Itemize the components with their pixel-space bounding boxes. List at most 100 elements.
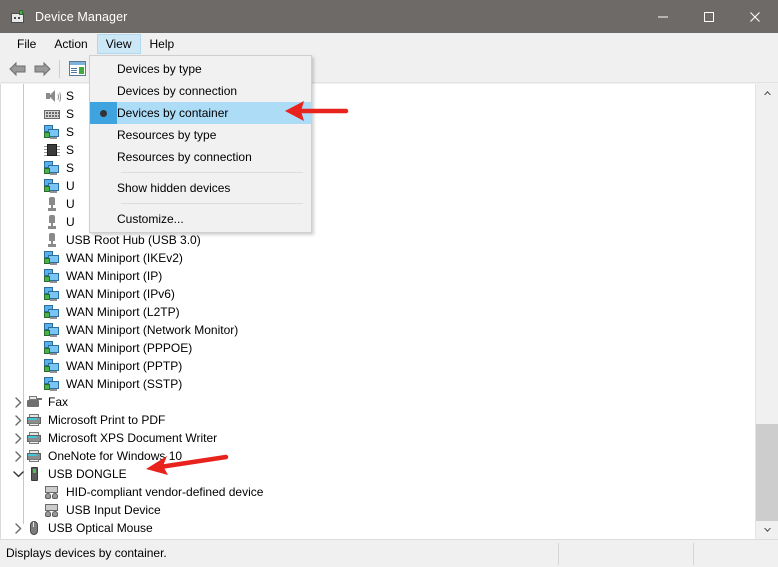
- tree-row[interactable]: USB DONGLE: [11, 465, 127, 483]
- maximize-button[interactable]: [686, 0, 732, 33]
- view-menu-item[interactable]: Devices by connection: [90, 80, 311, 102]
- tree-row[interactable]: Microsoft XPS Document Writer: [11, 429, 217, 447]
- tree-row-icon: [25, 447, 43, 465]
- status-bar: Displays devices by container.: [0, 539, 778, 567]
- scroll-up-button[interactable]: [756, 84, 778, 102]
- tree-chevron-none: [29, 357, 43, 375]
- tree-row[interactable]: USB Root Hub (USB 3.0): [29, 231, 201, 249]
- view-menu-item[interactable]: Customize...: [90, 208, 311, 230]
- tree-row[interactable]: Fax: [11, 393, 68, 411]
- tree-row-icon: [25, 411, 43, 429]
- tree-row-label: Microsoft XPS Document Writer: [48, 431, 218, 445]
- tree-row[interactable]: USB Input Device: [29, 501, 161, 519]
- tree-row[interactable]: WAN Miniport (IKEv2): [29, 249, 183, 267]
- tree-row[interactable]: S: [29, 123, 74, 141]
- tree-row-icon: [25, 429, 43, 447]
- usb-port-icon: [44, 232, 60, 248]
- vertical-scrollbar[interactable]: [755, 84, 778, 539]
- view-menu-item[interactable]: Resources by connection: [90, 146, 311, 168]
- chevron-down-icon[interactable]: [11, 465, 25, 483]
- tree-row-icon: [43, 321, 61, 339]
- mouse-icon: [26, 520, 42, 536]
- menu-bar: File Action View Help: [0, 33, 778, 55]
- scroll-down-button[interactable]: [756, 521, 778, 539]
- view-menu-item-label: Show hidden devices: [117, 181, 231, 195]
- tree-chevron-none: [29, 231, 43, 249]
- menu-view[interactable]: View: [96, 34, 141, 54]
- tree-row-icon: [43, 87, 61, 105]
- chevron-right-icon[interactable]: [11, 519, 25, 537]
- tree-row-icon: [43, 177, 61, 195]
- view-menu-item[interactable]: Resources by type: [90, 124, 311, 146]
- tree-row-icon: [43, 303, 61, 321]
- tree-row[interactable]: S: [29, 141, 74, 159]
- chevron-right-icon[interactable]: [11, 429, 25, 447]
- scrollbar-track[interactable]: [756, 102, 778, 521]
- tree-row-label: WAN Miniport (Network Monitor): [66, 323, 239, 337]
- tree-row-label: WAN Miniport (PPPOE): [66, 341, 193, 355]
- status-divider-1: [558, 543, 559, 565]
- printer-icon: [26, 448, 42, 464]
- tree-row[interactable]: USB Optical Mouse: [11, 519, 153, 537]
- chevron-right-icon[interactable]: [11, 411, 25, 429]
- network-adapter-icon: [44, 376, 60, 392]
- tree-chevron-none: [29, 375, 43, 393]
- view-menu-item[interactable]: Devices by type: [90, 58, 311, 80]
- tree-row[interactable]: S: [29, 105, 74, 123]
- tree-row[interactable]: WAN Miniport (PPPOE): [29, 339, 192, 357]
- tree-row-icon: [43, 123, 61, 141]
- tree-chevron-none: [29, 141, 43, 159]
- network-adapter-icon: [44, 250, 60, 266]
- tree-row[interactable]: Microsoft Print to PDF: [11, 411, 165, 429]
- view-dropdown-menu[interactable]: Devices by type Devices by connection Devi…: [89, 55, 312, 233]
- tree-row[interactable]: WAN Miniport (IP): [29, 267, 162, 285]
- tree-row-label: WAN Miniport (IPv6): [66, 287, 175, 301]
- usb-port-icon: [44, 214, 60, 230]
- tree-row[interactable]: WAN Miniport (PPTP): [29, 357, 182, 375]
- tree-row-label: U: [66, 215, 75, 229]
- chevron-right-icon[interactable]: [11, 447, 25, 465]
- tree-row[interactable]: S: [29, 87, 74, 105]
- menu-help[interactable]: Help: [141, 34, 184, 54]
- tree-row-label: S: [66, 143, 75, 157]
- tree-chevron-none: [29, 105, 43, 123]
- forward-button[interactable]: [30, 58, 54, 80]
- tree-row-icon: [43, 339, 61, 357]
- menu-item-gutter: [90, 58, 117, 80]
- window-controls: [640, 0, 778, 33]
- menu-action[interactable]: Action: [45, 34, 96, 54]
- tree-row[interactable]: WAN Miniport (SSTP): [29, 375, 182, 393]
- minimize-button[interactable]: [640, 0, 686, 33]
- properties-button[interactable]: [65, 58, 89, 80]
- scroll-down-icon: [763, 528, 771, 532]
- menu-file[interactable]: File: [8, 34, 45, 54]
- chevron-right-icon[interactable]: [11, 393, 25, 411]
- scrollbar-thumb[interactable]: [756, 424, 778, 521]
- network-adapter-icon: [44, 178, 60, 194]
- tree-row[interactable]: WAN Miniport (IPv6): [29, 285, 175, 303]
- back-button[interactable]: [6, 58, 30, 80]
- tree-row-label: S: [66, 89, 75, 103]
- tree-row-icon: [43, 213, 61, 231]
- tree-row-icon: [43, 357, 61, 375]
- tree-row-label: Fax: [48, 395, 69, 409]
- forward-arrow-icon: [34, 61, 51, 76]
- tree-row[interactable]: WAN Miniport (L2TP): [29, 303, 180, 321]
- memory-chip-icon: [44, 142, 60, 158]
- view-menu-item[interactable]: Devices by container: [90, 102, 311, 124]
- tree-row-label: U: [66, 197, 75, 211]
- tree-row[interactable]: U: [29, 195, 75, 213]
- tree-row[interactable]: HID-compliant vendor-defined device: [29, 483, 263, 501]
- view-menu-item-label: Devices by connection: [117, 84, 238, 98]
- tree-row-label: OneNote for Windows 10: [48, 449, 183, 463]
- toolbar-separator: [59, 59, 60, 78]
- view-menu-item-label: Devices by type: [117, 62, 202, 76]
- tree-row[interactable]: U: [29, 213, 75, 231]
- tree-row[interactable]: U: [29, 177, 75, 195]
- tree-row[interactable]: S: [29, 159, 74, 177]
- tree-row[interactable]: WAN Miniport (Network Monitor): [29, 321, 238, 339]
- tree-chevron-none: [29, 249, 43, 267]
- view-menu-item[interactable]: Show hidden devices: [90, 177, 311, 199]
- close-button[interactable]: [732, 0, 778, 33]
- tree-row[interactable]: OneNote for Windows 10: [11, 447, 182, 465]
